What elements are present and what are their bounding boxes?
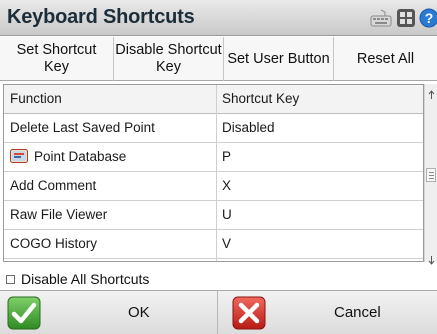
shortcut-key-cell: X [222, 178, 232, 193]
column-divider [216, 85, 217, 261]
shortcut-key-cell: V [222, 236, 232, 251]
disable-all-shortcuts-option[interactable]: Disable All Shortcuts [6, 269, 149, 289]
function-cell: Point Database [10, 143, 218, 171]
ok-button[interactable]: OK [0, 291, 218, 334]
help-icon[interactable]: ? [419, 8, 437, 28]
set-shortcut-key-button[interactable]: Set Shortcut Key [0, 37, 114, 81]
disable-all-shortcuts-label: Disable All Shortcuts [21, 271, 150, 287]
scroll-thumb[interactable] [426, 168, 436, 182]
ok-label: OK [128, 304, 150, 321]
disable-all-shortcuts-checkbox[interactable] [6, 274, 15, 284]
set-user-button-button[interactable]: Set User Button [224, 37, 334, 81]
shortcut-key-cell: P [222, 149, 232, 164]
point-database-icon [10, 146, 28, 163]
keyboard-icon[interactable] [370, 8, 392, 28]
scroll-up-arrow-icon[interactable] [427, 85, 436, 99]
checkmark-icon [7, 296, 41, 330]
close-icon [232, 296, 266, 330]
disable-shortcut-key-button[interactable]: Disable Shortcut Key [114, 37, 224, 81]
table-row[interactable]: Delete Last Saved Point Disabled [4, 114, 423, 143]
function-cell: Delete Last Saved Point [10, 120, 155, 135]
table-header: Function Shortcut Key [4, 85, 423, 114]
shortcuts-table: Function Shortcut Key Delete Last Saved … [3, 84, 424, 262]
column-header-function[interactable]: Function [10, 85, 218, 113]
window-title: Keyboard Shortcuts [7, 6, 195, 28]
shortcut-key-cell: U [222, 207, 232, 222]
table-row[interactable]: Add Comment X [4, 172, 423, 201]
grid-icon[interactable] [396, 8, 416, 28]
action-toolbar: Set Shortcut Key Disable Shortcut Key Se… [0, 37, 437, 81]
function-cell: COGO History [10, 236, 98, 251]
cancel-button[interactable]: Cancel [218, 291, 437, 334]
scroll-down-arrow-icon[interactable] [427, 250, 436, 265]
function-cell: Add Comment [10, 178, 97, 193]
column-header-shortcut-key[interactable]: Shortcut Key [222, 85, 422, 113]
table-row[interactable]: Raw File Viewer U [4, 201, 423, 230]
table-row[interactable]: COGO History V [4, 230, 423, 259]
shortcut-key-cell: Disabled [222, 120, 275, 135]
reset-all-button[interactable]: Reset All [334, 37, 437, 81]
cancel-label: Cancel [334, 304, 381, 321]
title-bar: Keyboard Shortcuts ? [0, 0, 437, 36]
dialog-footer: OK Cancel [0, 290, 437, 334]
function-cell: Raw File Viewer [10, 207, 108, 222]
svg-text:?: ? [425, 10, 434, 26]
table-row[interactable]: Point Database P [4, 143, 423, 172]
table-scrollbar[interactable] [424, 84, 437, 265]
function-label: Point Database [34, 149, 127, 164]
